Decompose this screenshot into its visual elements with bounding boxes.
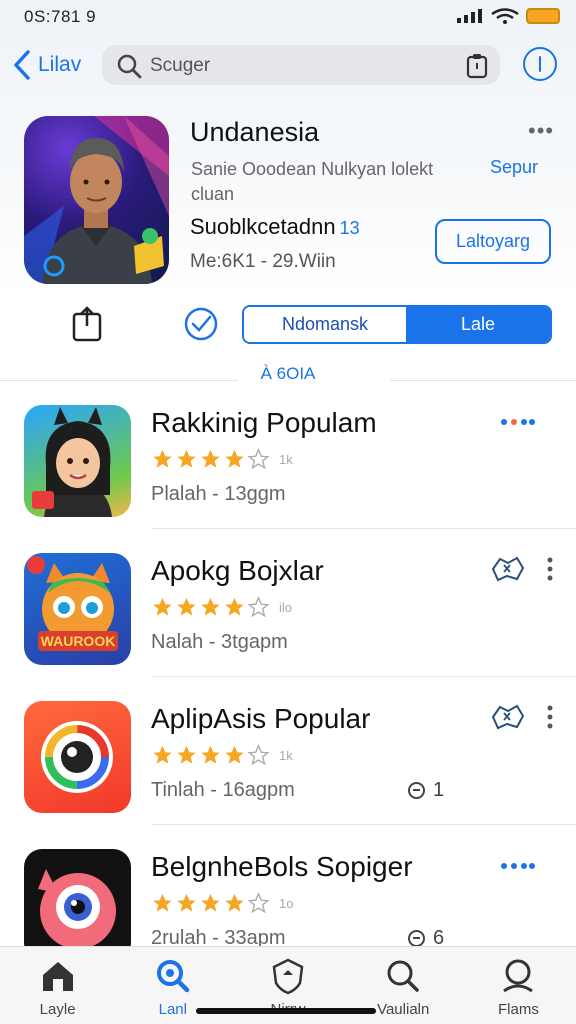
featured-app-icon[interactable] [24, 116, 169, 284]
app-row[interactable]: Rakkinig Populam 1k Plalah - 13ggm [0, 381, 576, 529]
signal-icon [457, 9, 482, 23]
person-illustration [24, 116, 169, 284]
tab-label: Layle [39, 1001, 76, 1018]
star-rating: ilo [151, 595, 292, 619]
star-icon [177, 893, 196, 912]
rating-count: 1k [279, 451, 293, 467]
featured-app-size: Me:6K1 - 29.Wiin [190, 251, 336, 272]
star-icon [153, 449, 172, 468]
segment-right[interactable]: Lale [406, 307, 550, 342]
rating-count: 1k [279, 747, 293, 763]
app-name: Rakkinig Populam [151, 407, 377, 438]
shield-icon [272, 958, 304, 995]
girl-avatar-illustration [32, 407, 112, 517]
featured-app-meta: Sanie Ooodean Nulkyan lolekt cluan [191, 159, 434, 204]
star-icon [153, 745, 172, 764]
app-row[interactable]: AplipAsis Popular 1k Tinlah - 16agpm 1 [0, 677, 576, 825]
star-rating: 1k [151, 743, 293, 767]
chevron-left-icon [14, 50, 30, 80]
featured-app-title: Undanesia [190, 117, 320, 147]
monster-eye-illustration [38, 869, 116, 949]
star-icon [225, 449, 244, 468]
check-circle-icon[interactable] [183, 306, 219, 342]
subtitle-badge: 13 [339, 218, 360, 238]
minus-circle-icon [408, 930, 425, 947]
get-button[interactable]: Laltoyarg [435, 219, 551, 264]
app-icon [24, 701, 131, 813]
back-button[interactable]: Lilav [10, 48, 81, 82]
star-outline-icon [247, 892, 270, 914]
star-rating: 1k [151, 447, 293, 471]
app-icon [24, 849, 131, 961]
star-icon [201, 745, 220, 764]
tab-label: Flams [497, 1001, 539, 1018]
star-icon [153, 893, 172, 912]
star-icon [153, 597, 172, 616]
star-outline-icon [247, 744, 270, 766]
cat-character-illustration: WAUROOK [27, 556, 118, 651]
info-button[interactable] [523, 47, 557, 81]
star-icon [225, 597, 244, 616]
star-icon [225, 745, 244, 764]
more-vertical-icon[interactable] [545, 705, 555, 729]
search-icon [117, 54, 142, 79]
wifi-icon [491, 8, 519, 24]
search-today-icon [156, 960, 190, 993]
star-icon [201, 597, 220, 616]
app-icon [24, 405, 131, 517]
more-horizontal-icon[interactable] [500, 417, 536, 427]
subtitle-text: Suoblkcetadnn [190, 214, 336, 239]
search-icon [387, 960, 419, 992]
segmented-control: Ndomansk Lale [242, 305, 552, 344]
share-icon[interactable] [72, 306, 102, 342]
app-name: Apokg Bojxlar [151, 555, 324, 586]
app-row[interactable]: WAUROOK Apokg Bojxlar ilo Nalah - 3tgapm [0, 529, 576, 677]
star-icon [177, 745, 196, 764]
clipboard-icon[interactable] [466, 53, 488, 79]
status-time: 0S:781 9 [24, 7, 97, 26]
tab-home[interactable]: Layle [0, 947, 115, 1024]
search-placeholder: Scuger [150, 55, 211, 76]
star-icon [225, 893, 244, 912]
app-subtitle: Nalah - 3tgapm [151, 631, 288, 653]
star-outline-icon [247, 596, 270, 618]
indicator-count: 1 [433, 779, 445, 801]
more-options-icon[interactable]: ••• [528, 118, 554, 144]
rating-count: ilo [279, 599, 293, 615]
featured-app-subtitle: Suoblkcetadnn 13 [190, 214, 360, 240]
more-vertical-icon[interactable] [545, 557, 555, 581]
app-icon: WAUROOK [24, 553, 131, 665]
app-subtitle: Plalah - 13ggm [151, 483, 286, 505]
download-indicator: 1 [408, 779, 444, 802]
star-rating: 1o [151, 891, 293, 915]
status-bar: 0S:781 9 [0, 0, 576, 36]
back-label: Lilav [38, 53, 82, 76]
search-input[interactable]: Scuger [102, 45, 500, 85]
minus-circle-icon [408, 782, 425, 799]
profile-search-icon [503, 959, 534, 993]
app-name: BelgnheBols Sopiger [151, 851, 413, 882]
star-icon [201, 893, 220, 912]
segment-left[interactable]: Ndomansk [244, 307, 406, 342]
app-subtitle: Tinlah - 16agpm [151, 779, 295, 801]
app-name: AplipAsis Popular [151, 703, 371, 734]
star-icon [177, 449, 196, 468]
star-outline-icon [247, 448, 270, 470]
rating-count: 1o [279, 895, 294, 911]
more-horizontal-icon[interactable] [500, 861, 536, 871]
navigation-bar: Lilav Scuger [0, 42, 576, 92]
svg-text:WAUROOK: WAUROOK [41, 633, 116, 649]
star-icon [177, 597, 196, 616]
puzzle-icon[interactable] [490, 703, 526, 731]
home-indicator[interactable] [196, 1008, 376, 1014]
camera-lens-illustration [41, 721, 113, 793]
tab-profile[interactable]: Flams [461, 947, 576, 1024]
battery-icon [526, 8, 560, 24]
puzzle-icon[interactable] [490, 555, 526, 583]
featured-app-link[interactable]: Sepur [490, 157, 538, 178]
star-icon [201, 449, 220, 468]
home-icon [42, 962, 73, 991]
